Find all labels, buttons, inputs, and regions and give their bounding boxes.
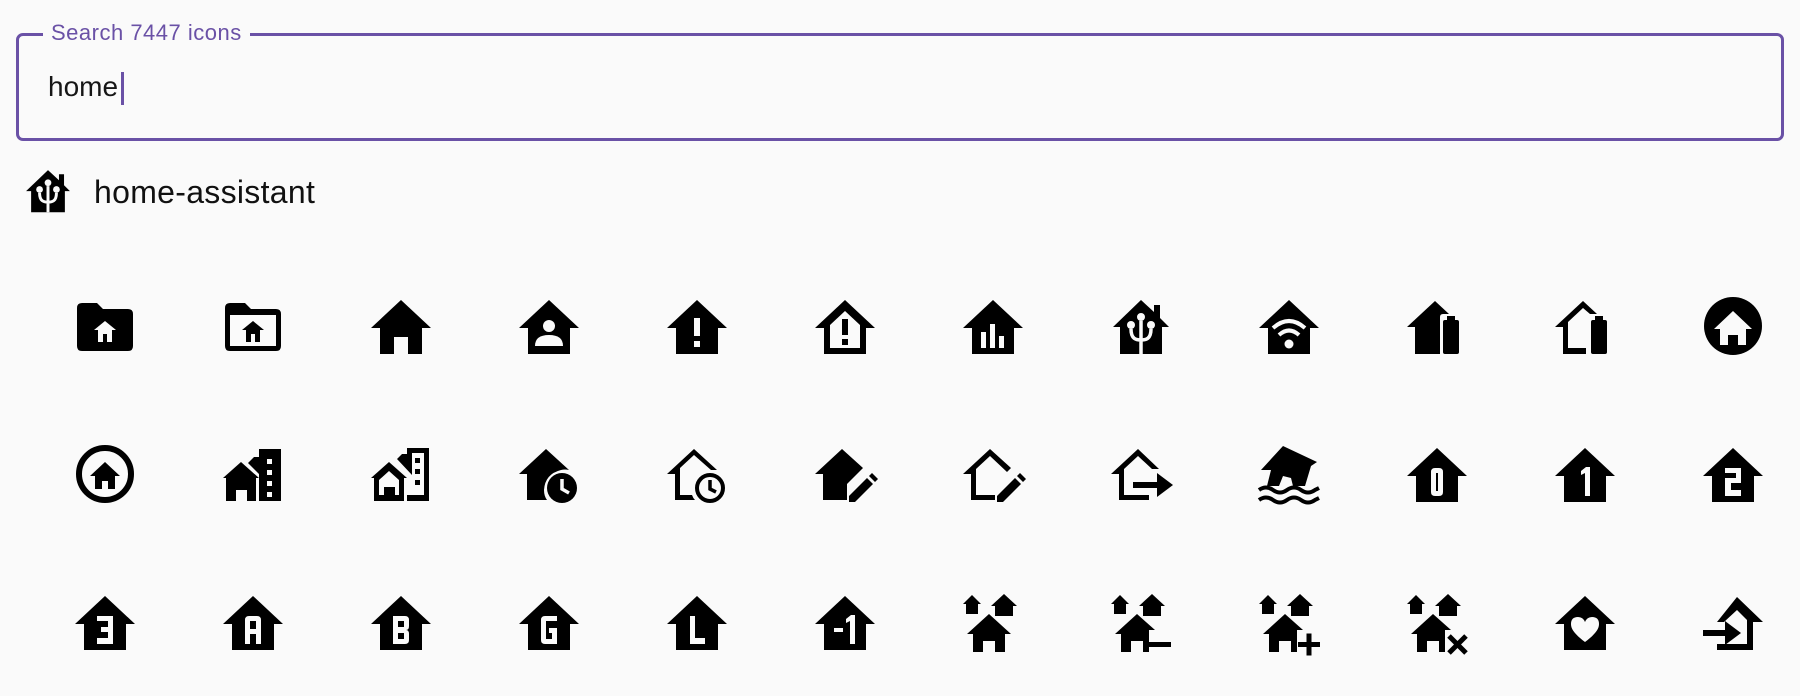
home-floor-1-icon[interactable] — [1511, 400, 1659, 548]
home-assistant-icon[interactable] — [1067, 252, 1215, 400]
search-input[interactable] — [48, 69, 1728, 105]
home-account-icon[interactable] — [475, 252, 623, 400]
home-battery-outline-icon[interactable] — [1511, 252, 1659, 400]
home-floor-a-icon[interactable] — [179, 548, 327, 696]
home-city-outline-icon[interactable] — [327, 400, 475, 548]
home-circle-icon[interactable] — [1659, 252, 1800, 400]
home-circle-outline-icon[interactable] — [31, 400, 179, 548]
home-import-outline-icon[interactable] — [1659, 548, 1800, 696]
folder-home-icon[interactable] — [31, 252, 179, 400]
home-group-minus-icon[interactable] — [1067, 548, 1215, 696]
home-edit-outline-icon[interactable] — [919, 400, 1067, 548]
folder-home-outline-icon[interactable] — [179, 252, 327, 400]
home-heart-icon[interactable] — [1511, 548, 1659, 696]
home-floor-l-icon[interactable] — [623, 548, 771, 696]
home-group-plus-icon[interactable] — [1215, 548, 1363, 696]
search-label: Search 7447 icons — [43, 19, 250, 47]
home-floor-0-icon[interactable] — [1363, 400, 1511, 548]
home-export-outline-icon[interactable] — [1067, 400, 1215, 548]
home-floor-3-icon[interactable] — [31, 548, 179, 696]
home-alert-icon[interactable] — [623, 252, 771, 400]
text-caret — [121, 72, 124, 105]
home-clock-icon[interactable] — [475, 400, 623, 548]
home-automation-icon[interactable] — [1215, 252, 1363, 400]
home-battery-icon[interactable] — [1363, 252, 1511, 400]
home-alert-outline-icon[interactable] — [771, 252, 919, 400]
home-icon[interactable] — [327, 252, 475, 400]
home-analytics-icon[interactable] — [919, 252, 1067, 400]
home-floor-2-icon[interactable] — [1659, 400, 1800, 548]
home-assistant-icon — [26, 170, 70, 213]
featured-icon-name: home-assistant — [94, 173, 316, 210]
home-flood-icon[interactable] — [1215, 400, 1363, 548]
featured-result[interactable]: home-assistant — [19, 165, 315, 219]
icon-results-grid — [31, 252, 1769, 696]
icon-search-field[interactable]: Search 7447 icons — [16, 19, 1784, 141]
home-group-icon[interactable] — [919, 548, 1067, 696]
home-edit-icon[interactable] — [771, 400, 919, 548]
home-floor-negative-1-icon[interactable] — [771, 548, 919, 696]
home-group-remove-icon[interactable] — [1363, 548, 1511, 696]
home-city-icon[interactable] — [179, 400, 327, 548]
home-floor-b-icon[interactable] — [327, 548, 475, 696]
home-floor-g-icon[interactable] — [475, 548, 623, 696]
home-clock-outline-icon[interactable] — [623, 400, 771, 548]
